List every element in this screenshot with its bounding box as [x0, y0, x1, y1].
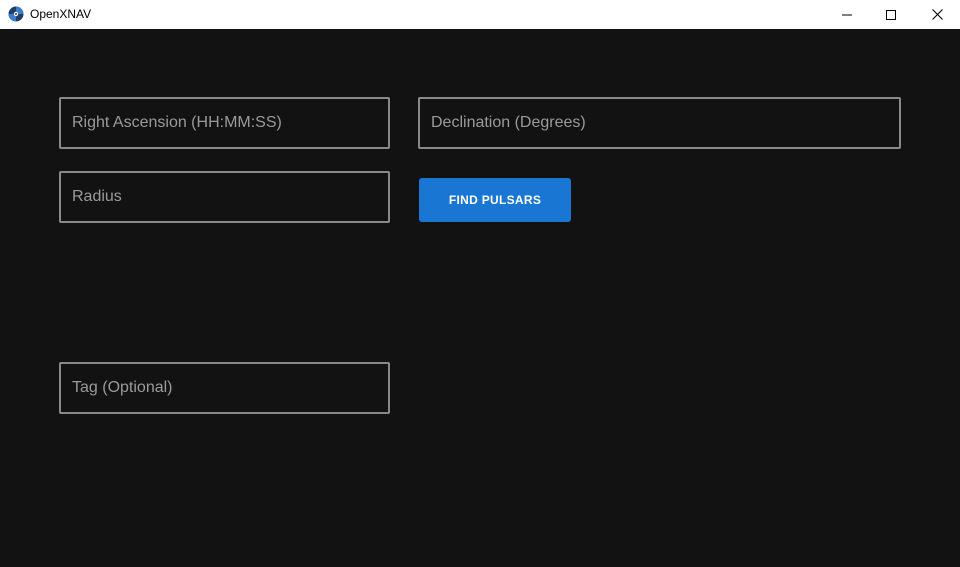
find-pulsars-button[interactable]: FIND PULSARS	[419, 178, 571, 222]
close-button[interactable]	[914, 0, 960, 29]
maximize-button[interactable]	[868, 0, 914, 29]
tag-input[interactable]	[61, 364, 388, 412]
tag-field	[59, 362, 390, 414]
declination-input[interactable]	[420, 99, 899, 147]
window-title: OpenXNAV	[30, 7, 92, 21]
openxnav-app-icon	[8, 6, 24, 22]
radius-field	[59, 171, 390, 223]
title-bar[interactable]: OpenXNAV	[0, 0, 960, 29]
maximize-icon	[886, 9, 896, 20]
radius-input[interactable]	[61, 173, 388, 221]
right-ascension-input[interactable]	[61, 99, 388, 147]
app-window: OpenXNAV Right Ascension (HH:MM:SS) Decl…	[0, 0, 960, 567]
close-icon	[931, 9, 943, 20]
declination-field	[418, 97, 901, 149]
right-ascension-field	[59, 97, 390, 149]
minimize-button[interactable]	[824, 0, 870, 29]
main-content: FIND PULSARS	[0, 29, 960, 567]
minimize-icon	[842, 10, 852, 20]
